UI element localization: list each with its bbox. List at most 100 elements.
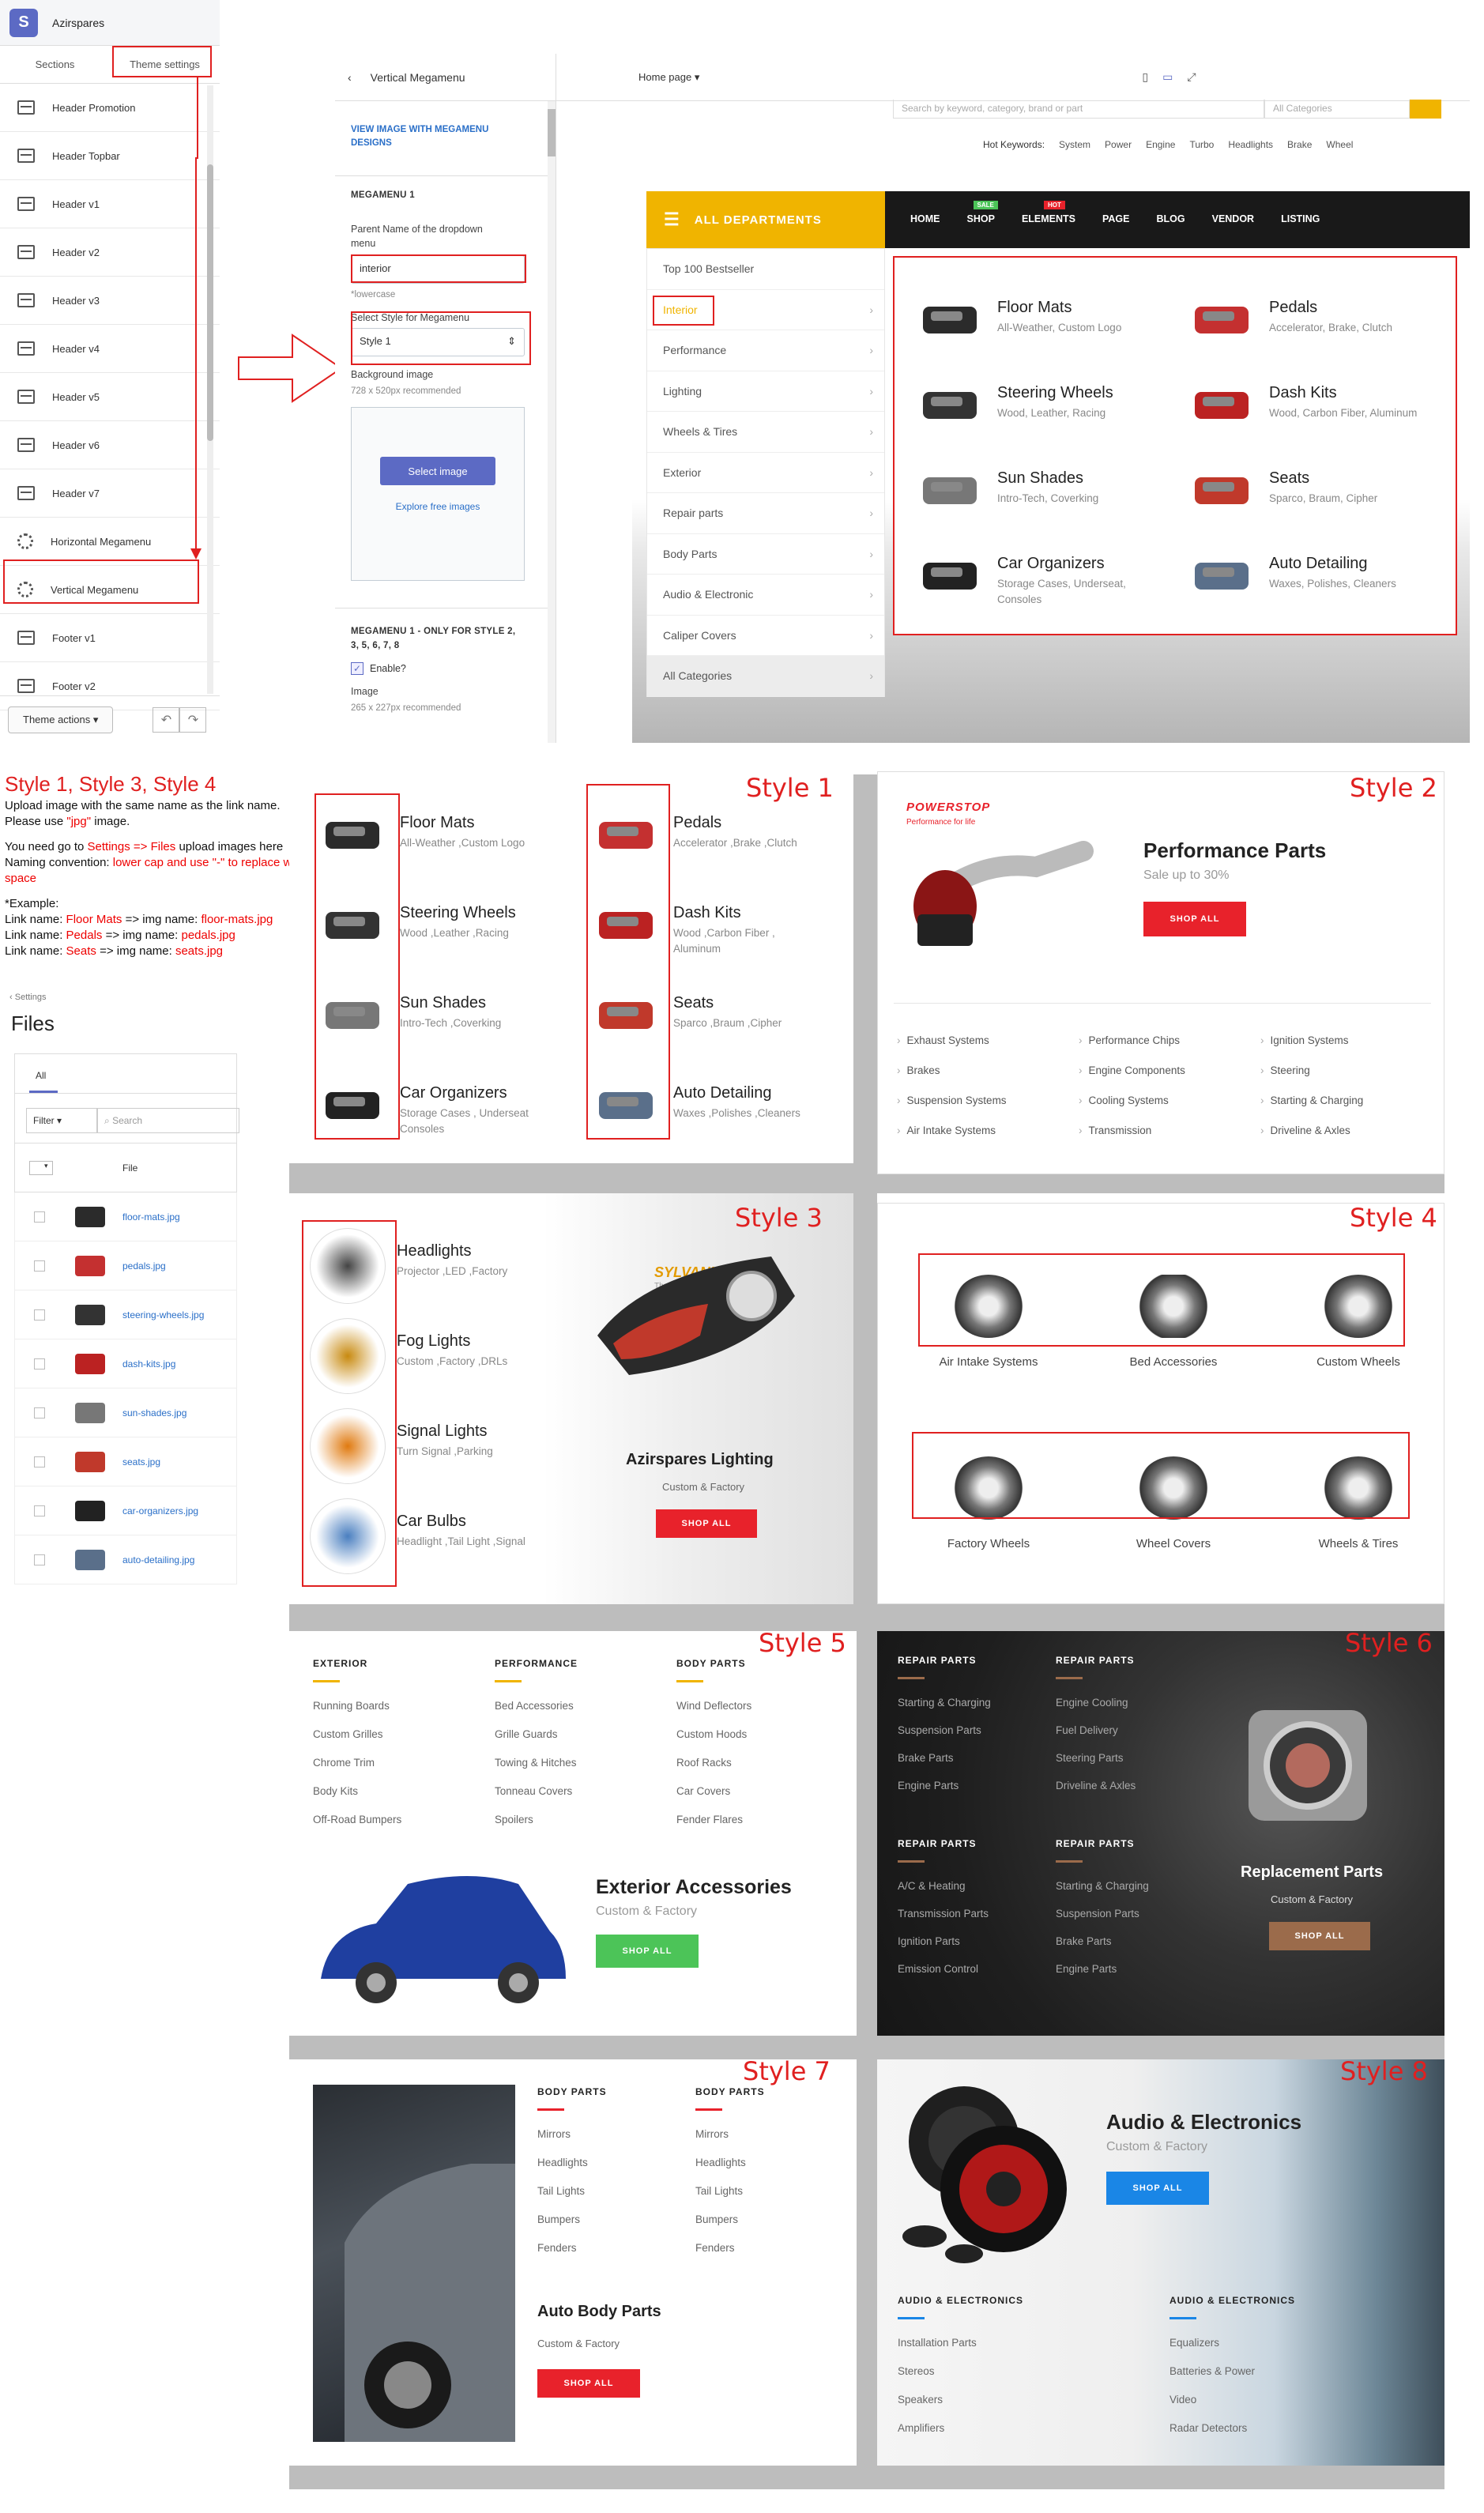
row-checkbox[interactable]	[34, 1554, 45, 1565]
style6-link[interactable]: Starting & Charging	[898, 1697, 991, 1724]
style7-link[interactable]: Headlights	[537, 2157, 607, 2185]
style5-link[interactable]: Car Covers	[676, 1785, 751, 1814]
file-row[interactable]: floor-mats.jpg	[14, 1192, 237, 1241]
nav-shop[interactable]: SHOP SALE	[967, 201, 998, 224]
style2-link[interactable]: › Exhaust Systems	[897, 1034, 1007, 1064]
shop-all-button[interactable]: SHOP ALL	[537, 2369, 640, 2398]
style6-link[interactable]: Brake Parts	[898, 1752, 991, 1780]
style7-link[interactable]: Mirrors	[537, 2128, 607, 2157]
search-button[interactable]	[1410, 100, 1441, 119]
style5-link[interactable]: Body Kits	[313, 1785, 401, 1814]
style2-link[interactable]: › Ignition Systems	[1260, 1034, 1363, 1064]
style2-link[interactable]: › Driveline & Axles	[1260, 1125, 1363, 1155]
style6-link[interactable]: Suspension Parts	[1056, 1908, 1149, 1935]
checkbox-checked-icon[interactable]: ✓	[351, 662, 363, 675]
style6-link[interactable]: Transmission Parts	[898, 1908, 989, 1935]
style2-link[interactable]: › Suspension Systems	[897, 1094, 1007, 1125]
style2-link[interactable]: › Engine Components	[1079, 1064, 1185, 1094]
department-item[interactable]: Top 100 Bestseller	[647, 249, 884, 290]
row-checkbox[interactable]	[34, 1358, 45, 1370]
explore-free-images-link[interactable]: Explore free images	[396, 501, 480, 512]
all-departments-button[interactable]: ☰ ALL DEPARTMENTS	[646, 191, 885, 248]
row-checkbox[interactable]	[34, 1407, 45, 1419]
file-row[interactable]: pedals.jpg	[14, 1241, 237, 1290]
style5-link[interactable]: Wind Deflectors	[676, 1700, 751, 1728]
nav-listing[interactable]: LISTING	[1281, 213, 1320, 224]
style8-link[interactable]: Speakers	[898, 2394, 1023, 2422]
hot-keyword[interactable]: Turbo	[1189, 139, 1214, 150]
style8-link[interactable]: Stereos	[898, 2365, 1023, 2394]
file-name-link[interactable]: pedals.jpg	[122, 1260, 166, 1272]
style8-link[interactable]: Radar Detectors	[1169, 2422, 1295, 2451]
style7-link[interactable]: Fenders	[695, 2242, 765, 2270]
enable-checkbox-row[interactable]: ✓ Enable?	[351, 662, 540, 675]
file-row[interactable]: seats.jpg	[14, 1437, 237, 1486]
row-checkbox[interactable]	[34, 1456, 45, 1467]
shop-all-button[interactable]: SHOP ALL	[1269, 1922, 1370, 1950]
row-checkbox[interactable]	[34, 1260, 45, 1272]
style2-link[interactable]: › Transmission	[1079, 1125, 1185, 1155]
style5-link[interactable]: Roof Racks	[676, 1757, 751, 1785]
style6-link[interactable]: Fuel Delivery	[1056, 1724, 1136, 1752]
style6-link[interactable]: Ignition Parts	[898, 1935, 989, 1963]
style5-link[interactable]: Custom Hoods	[676, 1728, 751, 1757]
file-name-link[interactable]: seats.jpg	[122, 1456, 160, 1467]
page-selector[interactable]: Home page ▾	[638, 71, 699, 84]
style2-link[interactable]: › Cooling Systems	[1079, 1094, 1185, 1125]
hot-keyword[interactable]: Engine	[1146, 139, 1175, 150]
file-name-link[interactable]: sun-shades.jpg	[122, 1407, 186, 1419]
department-item[interactable]: Wheels & Tires ›	[647, 412, 884, 453]
style5-link[interactable]: Running Boards	[313, 1700, 401, 1728]
shop-all-button[interactable]: SHOP ALL	[1143, 902, 1246, 936]
row-checkbox[interactable]	[34, 1309, 45, 1321]
tab-all[interactable]: All	[36, 1070, 46, 1081]
style6-link[interactable]: Brake Parts	[1056, 1935, 1149, 1963]
hot-keyword[interactable]: Wheel	[1326, 139, 1353, 150]
file-row[interactable]: sun-shades.jpg	[14, 1388, 237, 1437]
style8-link[interactable]: Video	[1169, 2394, 1295, 2422]
files-search-input[interactable]: ⌕ Search	[97, 1108, 239, 1133]
panel-scrollbar[interactable]	[548, 101, 556, 743]
department-item[interactable]: Repair parts ›	[647, 493, 884, 534]
style6-link[interactable]: Emission Control	[898, 1963, 989, 1991]
department-item[interactable]: Audio & Electronic ›	[647, 575, 884, 616]
file-row[interactable]: auto-detailing.jpg	[14, 1535, 237, 1584]
shop-all-button[interactable]: SHOP ALL	[1106, 2172, 1209, 2205]
nav-page[interactable]: PAGE	[1102, 213, 1130, 224]
style5-link[interactable]: Custom Grilles	[313, 1728, 401, 1757]
fullscreen-icon[interactable]: ⤢	[1187, 70, 1196, 84]
select-all-checkbox[interactable]: ▾	[29, 1161, 53, 1175]
style6-link[interactable]: Engine Parts	[1056, 1963, 1149, 1991]
row-checkbox[interactable]	[34, 1211, 45, 1223]
style5-link[interactable]: Off-Road Bumpers	[313, 1814, 401, 1842]
style6-link[interactable]: Engine Cooling	[1056, 1697, 1136, 1724]
nav-home[interactable]: HOME	[910, 213, 940, 224]
style5-link[interactable]: Fender Flares	[676, 1814, 751, 1842]
department-item[interactable]: Lighting ›	[647, 371, 884, 412]
hot-keyword[interactable]: Headlights	[1228, 139, 1273, 150]
view-designs-link[interactable]: VIEW IMAGE WITH MEGAMENU DESIGNS	[351, 123, 501, 150]
style2-link[interactable]: › Air Intake Systems	[897, 1125, 1007, 1155]
style8-link[interactable]: Amplifiers	[898, 2422, 1023, 2451]
category-select[interactable]: All Categories	[1264, 100, 1410, 119]
file-name-link[interactable]: auto-detailing.jpg	[122, 1554, 194, 1565]
editor-back[interactable]: ‹ Vertical Megamenu	[335, 53, 556, 101]
style8-link[interactable]: Batteries & Power	[1169, 2365, 1295, 2394]
style5-link[interactable]: Chrome Trim	[313, 1757, 401, 1785]
style2-link[interactable]: › Brakes	[897, 1064, 1007, 1094]
hot-keyword[interactable]: System	[1059, 139, 1090, 150]
file-name-link[interactable]: car-organizers.jpg	[122, 1505, 198, 1516]
file-name-link[interactable]: dash-kits.jpg	[122, 1358, 175, 1370]
style7-link[interactable]: Tail Lights	[537, 2185, 607, 2213]
style6-link[interactable]: Suspension Parts	[898, 1724, 991, 1752]
style5-link[interactable]: Grille Guards	[495, 1728, 578, 1757]
style8-link[interactable]: Equalizers	[1169, 2337, 1295, 2365]
style6-link[interactable]: Starting & Charging	[1056, 1880, 1149, 1908]
style5-link[interactable]: Tonneau Covers	[495, 1785, 578, 1814]
nav-elements[interactable]: ELEMENTS HOT	[1022, 201, 1075, 224]
search-input[interactable]: Search by keyword, category, brand or pa…	[893, 100, 1264, 119]
department-item[interactable]: Exterior ›	[647, 453, 884, 493]
file-row[interactable]: dash-kits.jpg	[14, 1339, 237, 1388]
style2-link[interactable]: › Steering	[1260, 1064, 1363, 1094]
style6-link[interactable]: Steering Parts	[1056, 1752, 1136, 1780]
